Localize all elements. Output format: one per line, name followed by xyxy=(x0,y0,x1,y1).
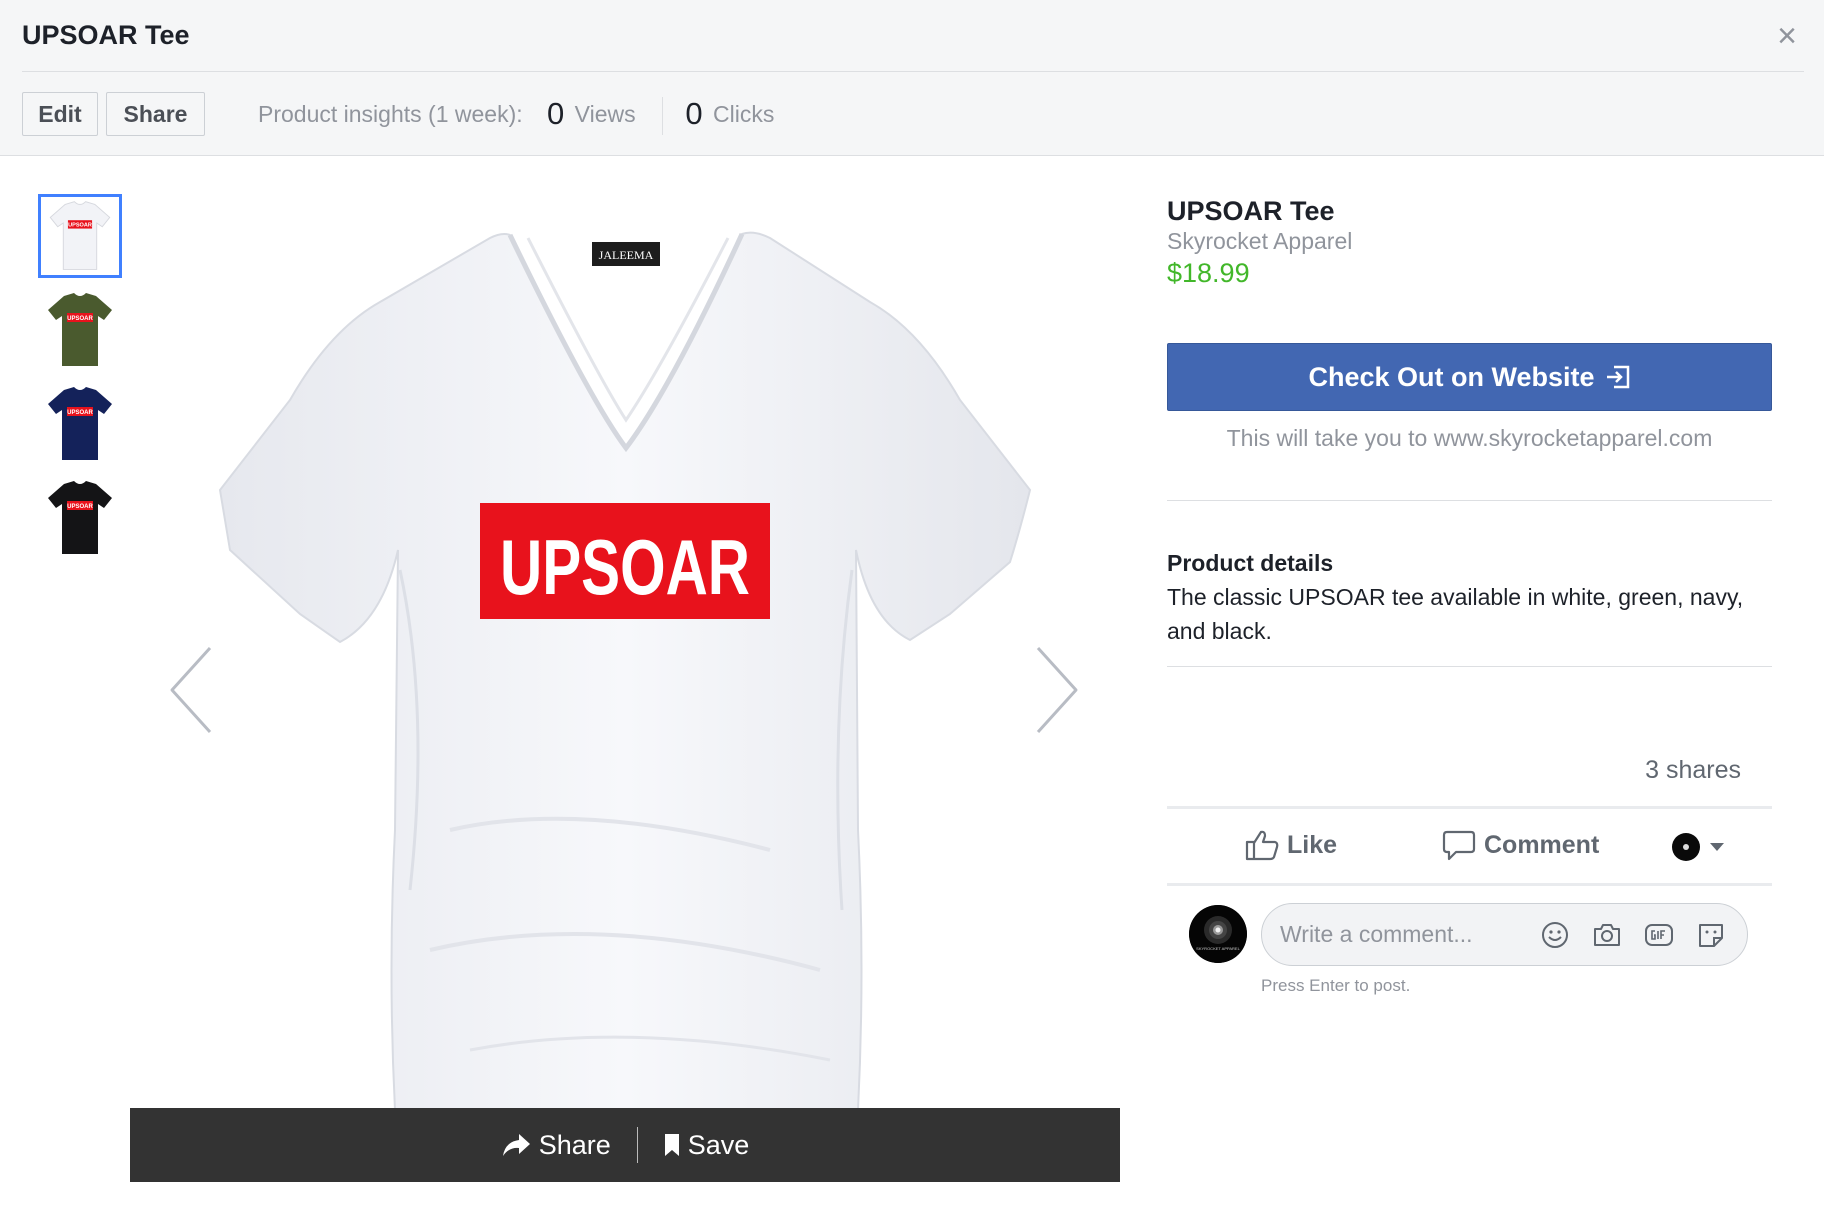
engagement-actions: Like Comment xyxy=(1167,806,1772,886)
close-icon[interactable]: × xyxy=(1772,18,1802,54)
product-insights: Product insights (1 week): 0 Views 0 Cli… xyxy=(258,92,774,136)
comment-bubble-icon xyxy=(1442,830,1476,861)
thumbnail-black-image: UPSOAR xyxy=(38,476,122,560)
header-divider xyxy=(22,71,1804,72)
external-link-icon xyxy=(1606,365,1629,389)
next-image-icon[interactable] xyxy=(1026,642,1086,738)
edit-button[interactable]: Edit xyxy=(22,92,98,136)
svg-text:UPSOAR: UPSOAR xyxy=(67,316,93,322)
thumbnail-navy-image: UPSOAR xyxy=(38,382,122,466)
thumbnail-green-image: UPSOAR xyxy=(38,288,122,372)
svg-text:UPSOAR: UPSOAR xyxy=(67,410,93,416)
bookmark-icon xyxy=(664,1134,679,1156)
like-button[interactable]: Like xyxy=(1245,829,1337,861)
insights-label: Product insights (1 week): xyxy=(258,101,523,127)
dialog-header: UPSOAR Tee × Edit Share Product insights… xyxy=(0,0,1824,156)
comment-hint: Press Enter to post. xyxy=(1261,976,1411,995)
dialog-title: UPSOAR Tee xyxy=(22,20,190,50)
clicks-label: Clicks xyxy=(713,101,775,127)
insights-divider xyxy=(661,96,663,135)
profile-selector[interactable] xyxy=(1672,833,1724,861)
sticker-icon[interactable] xyxy=(1696,920,1726,950)
views-label: Views xyxy=(574,101,636,127)
clicks-count: 0 xyxy=(685,96,703,131)
svg-text:UPSOAR: UPSOAR xyxy=(68,223,92,229)
image-save-label: Save xyxy=(687,1129,750,1160)
svg-text:JALEEMA: JALEEMA xyxy=(599,248,654,262)
details-heading: Product details xyxy=(1167,550,1334,576)
checkout-button[interactable]: Check Out on Website xyxy=(1167,343,1772,411)
previous-image-icon[interactable] xyxy=(162,642,222,738)
tshirt-image: JALEEMA UPSOAR xyxy=(218,231,1032,1110)
image-save-button[interactable]: Save xyxy=(652,1130,762,1161)
page-avatar-small xyxy=(1672,833,1700,861)
svg-text:SKYROCKET APPAREL: SKYROCKET APPAREL xyxy=(1196,946,1240,951)
svg-text:UPSOAR: UPSOAR xyxy=(500,523,750,611)
svg-text:UPSOAR: UPSOAR xyxy=(67,504,93,510)
share-button[interactable]: Share xyxy=(106,92,205,136)
image-share-label: Share xyxy=(538,1129,611,1160)
camera-icon[interactable] xyxy=(1592,920,1622,950)
checkout-label: Check Out on Website xyxy=(1308,361,1595,392)
seller-name[interactable]: Skyrocket Apparel xyxy=(1167,228,1352,255)
chevron-down-icon xyxy=(1710,843,1724,851)
comment-placeholder: Write a comment... xyxy=(1280,921,1473,947)
product-price: $18.99 xyxy=(1167,258,1250,288)
thumbs-up-icon xyxy=(1245,830,1279,861)
details-text: The classic UPSOAR tee available in whit… xyxy=(1167,584,1744,644)
thumbnail-white[interactable]: UPSOAR xyxy=(38,194,122,278)
thumbnail-black[interactable]: UPSOAR xyxy=(38,476,122,560)
share-arrow-icon xyxy=(502,1134,530,1156)
product-title: UPSOAR Tee xyxy=(1167,196,1335,226)
commenter-avatar: SKYROCKET APPAREL xyxy=(1189,905,1247,963)
emoji-icon[interactable] xyxy=(1540,920,1570,950)
thumbnail-green[interactable]: UPSOAR xyxy=(38,288,122,372)
like-label: Like xyxy=(1287,830,1338,859)
shares-count[interactable]: 3 shares xyxy=(1645,756,1741,785)
thumbnail-navy[interactable]: UPSOAR xyxy=(38,382,122,466)
product-image: JALEEMA UPSOAR xyxy=(130,190,1120,1110)
comment-button[interactable]: Comment xyxy=(1442,829,1599,861)
thumbnail-white-image: UPSOAR xyxy=(41,197,119,275)
details-top-divider xyxy=(1167,500,1772,501)
image-action-bar: Share Save xyxy=(130,1108,1120,1182)
skyrocket-logo: SKYROCKET APPAREL xyxy=(1189,905,1247,963)
image-bar-divider xyxy=(636,1127,638,1163)
image-share-button[interactable]: Share xyxy=(489,1130,623,1161)
checkout-note: This will take you to www.skyrocketappar… xyxy=(1226,425,1713,451)
details-bottom-divider xyxy=(1167,666,1772,667)
views-count: 0 xyxy=(547,96,565,131)
gif-icon[interactable] xyxy=(1644,920,1674,950)
comment-label: Comment xyxy=(1484,830,1600,859)
comment-input[interactable]: Write a comment... xyxy=(1261,903,1748,966)
